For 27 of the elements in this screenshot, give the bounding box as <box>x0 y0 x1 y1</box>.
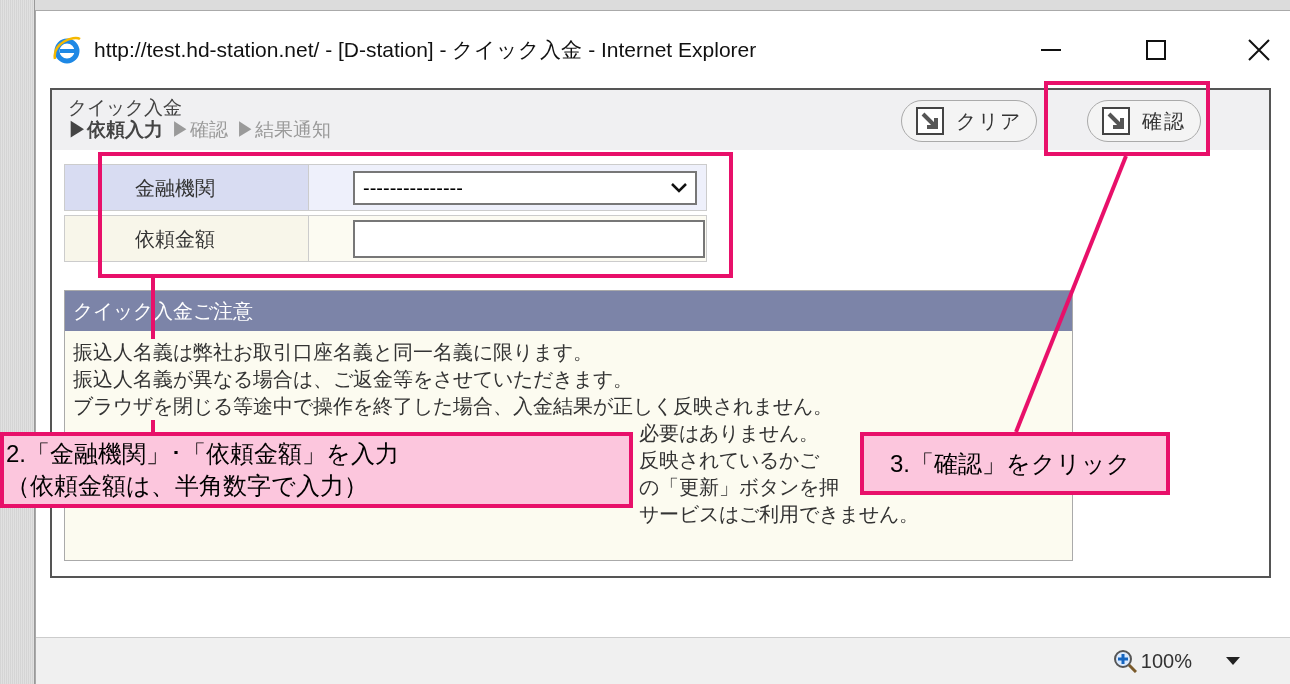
annotation-callout: 3.「確認」をクリック <box>860 432 1170 495</box>
step-label: ▶確認 <box>171 118 228 142</box>
page-button[interactable]: 確認 <box>1087 100 1201 142</box>
close-icon[interactable] <box>1248 38 1270 61</box>
zoom-level[interactable]: 100% <box>1140 646 1192 676</box>
notice-text: の「更新」ボタンを押 <box>639 475 839 500</box>
window-title: http://test.hd-station.net/ - [D-station] - クイック入金 - Internet Explorer <box>94 36 757 63</box>
input-field[interactable] <box>353 219 705 258</box>
annotation-callout: 2.「金融機関」･「依頼金額」を入力 （依頼金額は、半角数字で入力） <box>0 432 633 508</box>
field-label: 依頼金額 <box>65 216 309 261</box>
notice-title: クイック入金ご注意 <box>73 299 253 324</box>
notice-text: サービスはご利用できません。 <box>639 502 919 527</box>
step-label: ▶依頼入力 <box>68 118 163 142</box>
dropdown-field[interactable]: --------------- <box>353 170 697 205</box>
browser-e-icon <box>52 34 82 65</box>
notice-text: 必要はありません。 <box>639 421 819 446</box>
notice-text: 反映されているかご <box>639 448 819 473</box>
chevron-down-icon <box>671 182 687 193</box>
dropdown-caret-icon[interactable] <box>1226 657 1240 665</box>
arrow-box-icon <box>1102 107 1130 135</box>
field-label: 金融機関 <box>65 165 309 210</box>
arrow-box-icon <box>916 107 944 135</box>
zoom-icon[interactable] <box>1112 649 1137 673</box>
page-button[interactable]: クリア <box>901 100 1037 142</box>
step-label: ▶結果通知 <box>236 118 331 142</box>
maximize-icon[interactable] <box>1146 39 1166 60</box>
page-title: クイック入金 <box>68 98 183 118</box>
